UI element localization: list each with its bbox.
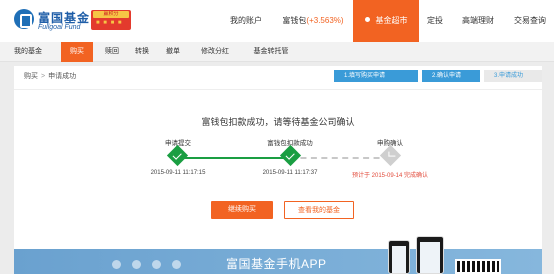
progress-step-confirm: 申购确认 预计于 2015-09-14 完成确认 bbox=[280, 137, 500, 179]
step-2: 2.确认申请 bbox=[422, 70, 480, 82]
subnav-purchase[interactable]: 购买 bbox=[61, 42, 93, 62]
divider bbox=[14, 89, 542, 90]
sub-nav: 我的基金 购买 赎回 转换 撤单 修改分红 基金转托管 bbox=[0, 42, 554, 62]
gift-icon: ■ ■ ■ ■ bbox=[96, 20, 123, 26]
nav-wallet-label: 富钱包 bbox=[282, 16, 307, 25]
check-icon bbox=[166, 144, 189, 167]
logo-english-name[interactable]: Fullgoal Fund bbox=[38, 24, 80, 31]
step-1: 1.填写购买申请 bbox=[334, 70, 418, 82]
phone-screen bbox=[392, 246, 406, 273]
progress-step-time: 预计于 2015-09-14 完成确认 bbox=[351, 173, 429, 179]
nav-trade-query[interactable]: 交易查询 bbox=[508, 0, 552, 42]
active-dot-icon bbox=[364, 17, 370, 22]
nav-wallet[interactable]: 富钱包(+3.563%) bbox=[277, 0, 349, 42]
qr-code-icon bbox=[455, 259, 501, 274]
progress-track-complete bbox=[177, 157, 290, 159]
nav-fund-market[interactable]: 基金超市 bbox=[353, 0, 419, 42]
nav-wealth-management[interactable]: 高端理财 bbox=[456, 0, 500, 42]
banner-title: 富国基金手机APP bbox=[226, 257, 327, 271]
app-feature-icon bbox=[172, 260, 181, 269]
points-badge-label: 赢积分 bbox=[93, 11, 129, 18]
phone-image bbox=[416, 236, 444, 274]
phone-image bbox=[388, 240, 410, 274]
subnav-my-funds[interactable]: 我的基金 bbox=[10, 42, 46, 62]
breadcrumb: 购买 > 申请成功 bbox=[24, 71, 76, 81]
subnav-convert[interactable]: 转换 bbox=[131, 42, 153, 62]
progress-track-pending bbox=[290, 157, 390, 159]
subnav-fund-transfer[interactable]: 基金转托管 bbox=[246, 42, 296, 62]
pending-check-icon bbox=[379, 144, 402, 167]
nav-fund-market-label: 基金超市 bbox=[375, 16, 408, 25]
breadcrumb-current: 申请成功 bbox=[48, 73, 77, 80]
view-my-funds-button[interactable]: 查看我的基金 bbox=[284, 201, 354, 219]
fullgoal-logo-icon[interactable] bbox=[14, 9, 34, 29]
subnav-modify-dividend[interactable]: 修改分红 bbox=[195, 42, 235, 62]
app-feature-icon bbox=[112, 260, 121, 269]
nav-my-account[interactable]: 我的账户 bbox=[221, 0, 271, 42]
nav-fixed-investment[interactable]: 定投 bbox=[421, 0, 449, 42]
subnav-redeem[interactable]: 赎回 bbox=[101, 42, 123, 62]
subnav-cancel-order[interactable]: 撤单 bbox=[162, 42, 184, 62]
breadcrumb-separator: > bbox=[41, 73, 46, 80]
check-icon bbox=[279, 144, 302, 167]
app-feature-icon bbox=[132, 260, 141, 269]
main-panel: 购买 > 申请成功 1.填写购买申请 2.确认申请 3.申请成功 富钱包扣款成功，请… bbox=[14, 66, 542, 274]
status-headline: 富钱包扣款成功，请等待基金公司确认 bbox=[201, 117, 355, 127]
phone-screen bbox=[420, 242, 440, 273]
top-header: 富国基金 Fullgoal Fund 赢积分 ■ ■ ■ ■ 我的账户 富钱包(… bbox=[0, 0, 554, 42]
points-badge[interactable]: 赢积分 ■ ■ ■ ■ bbox=[91, 10, 131, 30]
step-3: 3.申请成功 bbox=[484, 70, 542, 82]
wallet-yield: (+3.563%) bbox=[306, 16, 344, 25]
breadcrumb-root[interactable]: 购买 bbox=[24, 73, 38, 80]
app-feature-icon bbox=[152, 260, 161, 269]
continue-purchase-button[interactable]: 继续购买 bbox=[211, 201, 273, 219]
